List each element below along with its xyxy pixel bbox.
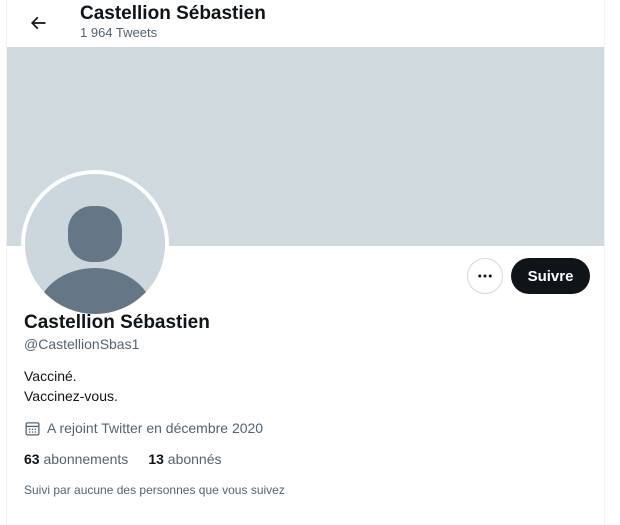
back-button[interactable] (21, 6, 55, 40)
avatar[interactable] (21, 170, 169, 318)
followed-by-text: Suivi par aucune des personnes que vous … (24, 483, 285, 497)
display-name: Castellion Sébastien (24, 312, 210, 333)
following-link[interactable]: 63 abonnements (24, 449, 128, 469)
followers-count: 13 (148, 451, 164, 467)
default-avatar-icon (25, 174, 165, 314)
more-options-button[interactable] (467, 258, 503, 294)
joined-date: A rejoint Twitter en décembre 2020 (24, 418, 263, 438)
more-options-icon (478, 274, 492, 278)
bio-line: Vacciné. (24, 368, 77, 384)
bio-line: Vaccinez-vous. (24, 388, 118, 404)
bio: Vacciné. Vaccinez-vous. (24, 366, 118, 406)
user-handle: @CastellionSbas1 (24, 336, 140, 352)
top-bar: Castellion Sébastien 1 964 Tweets (7, 0, 604, 47)
followers-link[interactable]: 13 abonnés (148, 449, 221, 469)
page-title: Castellion Sébastien (80, 3, 266, 24)
calendar-icon (25, 421, 40, 436)
following-count: 63 (24, 451, 40, 467)
followers-label: abonnés (167, 451, 222, 467)
following-label: abonnements (43, 451, 129, 467)
profile-page: Castellion Sébastien 1 964 Tweets Suivre… (6, 0, 605, 525)
follow-button[interactable]: Suivre (511, 258, 590, 294)
arrow-left-icon (30, 16, 46, 30)
joined-text: A rejoint Twitter en décembre 2020 (47, 420, 264, 436)
tweet-count: 1 964 Tweets (80, 25, 158, 40)
follow-stats: 63 abonnements 13 abonnés (24, 449, 242, 469)
